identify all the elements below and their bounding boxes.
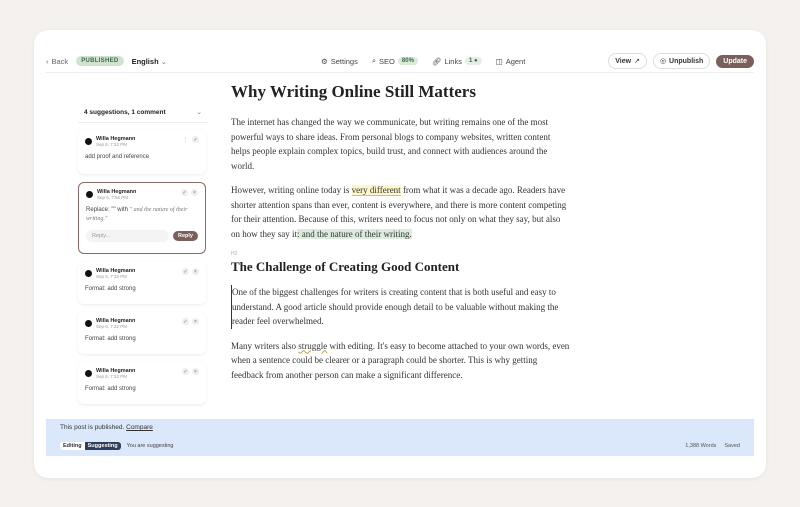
settings-button[interactable]: ⚙ Settings <box>321 57 358 66</box>
update-button[interactable]: Update <box>716 54 754 68</box>
mode-note: You are suggesting <box>126 443 174 449</box>
unpublish-button[interactable]: ◎ Unpublish <box>652 53 711 69</box>
resolve-check-icon[interactable]: ✓ <box>192 136 199 143</box>
heading-level-tag: H2 <box>231 251 238 257</box>
reject-x-icon[interactable]: × <box>192 318 199 325</box>
article-title[interactable]: Why Writing Online Still Matters <box>231 82 571 102</box>
view-button[interactable]: View ↗ <box>608 53 647 69</box>
back-button[interactable]: ‹ Back <box>46 57 68 66</box>
external-link-icon: ↗ <box>634 58 640 65</box>
toolbar-divider <box>46 72 754 73</box>
chevron-down-icon: ⌄ <box>160 56 167 66</box>
reject-x-icon[interactable]: × <box>192 268 199 275</box>
flagged-word[interactable]: struggle <box>298 341 327 351</box>
suggestion-card[interactable]: Willa Hegmann Sep 6, 7:32 PM ✓ × Format:… <box>78 362 206 404</box>
section-heading[interactable]: The Challenge of Creating Good Content <box>231 259 571 275</box>
reply-button[interactable]: Reply <box>173 231 198 241</box>
paragraph[interactable]: One of the biggest challenges for writer… <box>231 285 571 329</box>
avatar <box>85 138 92 145</box>
search-icon: ⌕ <box>371 56 377 65</box>
accept-check-icon[interactable]: ✓ <box>182 318 189 325</box>
reject-x-icon[interactable]: × <box>192 368 199 375</box>
suggested-insertion[interactable]: : and the nature of their writing. <box>297 228 412 239</box>
suggestion-card-active[interactable]: Willa Hegmann Sep 6, 7:56 PM ✓ × Replace… <box>78 182 206 254</box>
links-count-badge: 1 ● <box>464 57 482 65</box>
eye-off-icon: ◎ <box>659 58 667 65</box>
accept-check-icon[interactable]: ✓ <box>182 268 189 275</box>
more-options-icon[interactable]: ⋮ <box>182 136 189 143</box>
chevron-left-icon: ‹ <box>46 56 49 66</box>
seo-button[interactable]: ⌕ SEO 80% <box>372 56 418 66</box>
word-count: 1,388 Words <box>685 443 717 449</box>
status-badge: PUBLISHED <box>76 56 124 66</box>
paragraph[interactable]: However, writing online today is very di… <box>231 183 571 241</box>
language-select[interactable]: English ⌄ <box>132 57 167 66</box>
agent-button[interactable]: ◫ Agent <box>496 57 526 66</box>
avatar <box>86 191 93 198</box>
mode-toggle[interactable]: Editing Suggesting <box>60 442 121 450</box>
compare-link[interactable]: Compare <box>126 424 153 431</box>
suggestion-card[interactable]: Willa Hegmann Sep 6, 7:32 PM ✓ × Format:… <box>78 262 206 304</box>
highlighted-text[interactable]: very different <box>351 185 401 196</box>
avatar <box>85 320 92 327</box>
link-icon: 🔗︎ <box>431 56 442 66</box>
robot-icon: ◫ <box>495 56 503 66</box>
accept-check-icon[interactable]: ✓ <box>181 189 188 196</box>
accept-check-icon[interactable]: ✓ <box>182 368 189 375</box>
paragraph[interactable]: Many writers also struggle with editing.… <box>231 339 571 383</box>
avatar <box>85 270 92 277</box>
mode-suggesting[interactable]: Suggesting <box>84 442 121 450</box>
seo-score-badge: 80% <box>397 57 418 65</box>
suggestion-card[interactable]: Willa Hegmann Sep 6, 7:32 PM ✓ × Format:… <box>78 312 206 354</box>
paragraph[interactable]: The internet has changed the way we comm… <box>231 115 571 173</box>
save-status: Saved <box>724 443 740 449</box>
comments-panel-header: 4 suggestions, 1 comment ⌄ <box>78 102 208 123</box>
status-bar: This post is published. Compare Editing … <box>46 419 754 456</box>
mode-editing[interactable]: Editing <box>60 442 85 450</box>
links-button[interactable]: 🔗︎ Links 1 ● <box>432 57 482 66</box>
editor-window: ‹ Back PUBLISHED English ⌄ ⚙ Settings ⌕ … <box>34 30 766 478</box>
comments-summary-toggle[interactable]: 4 suggestions, 1 comment ⌄ <box>78 102 208 123</box>
chevron-down-icon: ⌄ <box>196 109 202 116</box>
editor-toolbar: ‹ Back PUBLISHED English ⌄ ⚙ Settings ⌕ … <box>46 50 754 72</box>
reply-input[interactable]: Reply... <box>86 230 170 242</box>
comment-card[interactable]: Willa Hegmann Sep 6, 7:32 PM ⋮ ✓ add pro… <box>78 130 206 174</box>
reject-x-icon[interactable]: × <box>191 189 198 196</box>
article-editor[interactable]: Why Writing Online Still Matters The int… <box>231 82 571 392</box>
gear-icon: ⚙ <box>321 56 328 66</box>
avatar <box>85 370 92 377</box>
